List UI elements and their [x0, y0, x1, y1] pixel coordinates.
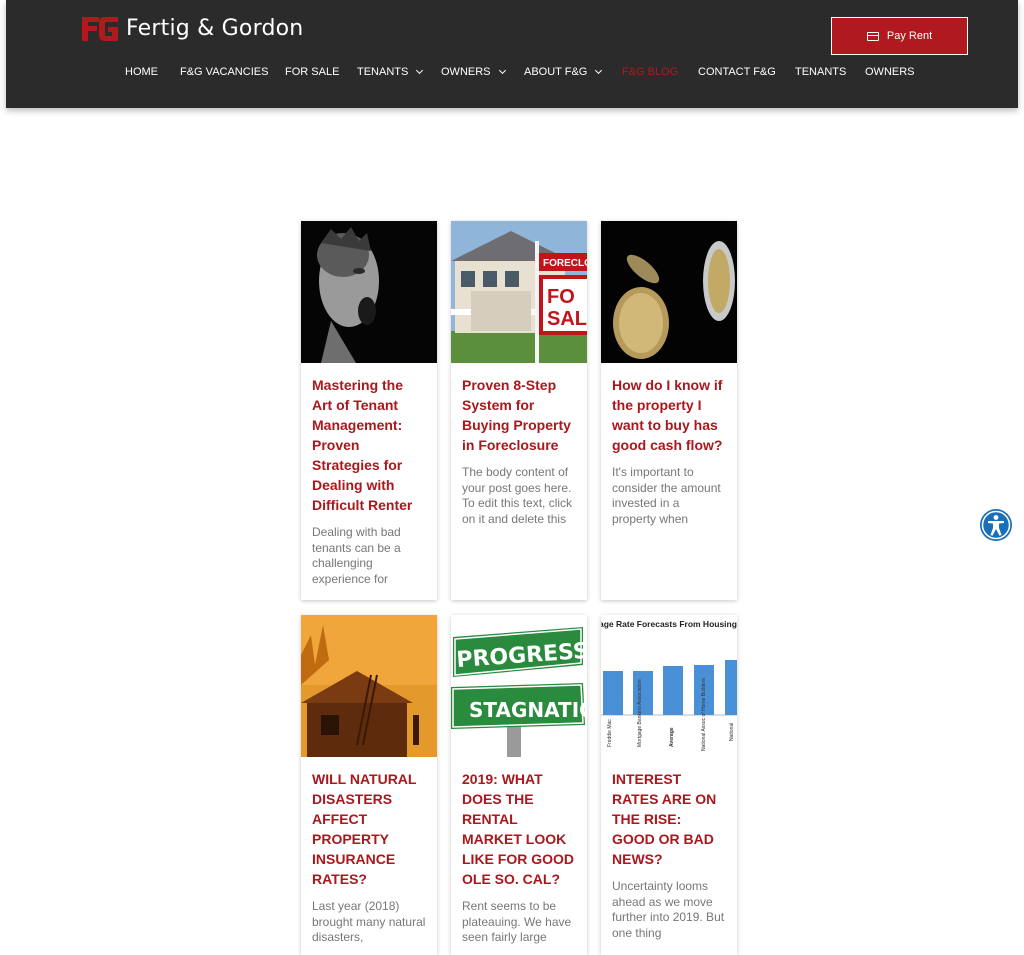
nav-for-sale[interactable]: FOR SALE — [285, 66, 339, 78]
blog-post-card[interactable]: Mastering the Art of Tenant Management: … — [301, 221, 437, 600]
credit-card-icon — [866, 31, 879, 41]
site-header: Fertig & Gordon Pay Rent HOME F&G VACANC… — [6, 0, 1018, 108]
nav-label: ABOUT F&G — [524, 66, 588, 78]
accessibility-icon — [981, 510, 1011, 540]
foreclosure-sign-big-text-2: SAL — [547, 308, 587, 330]
post-image-progress-stagnation-signs[interactable]: PROGRESS STAGNATION — [451, 615, 587, 757]
blog-post-card[interactable]: PROGRESS STAGNATION 2019: WHAT DOES THE … — [451, 615, 587, 955]
blog-post-card[interactable]: age Rate Forecasts From Housing Freddie … — [601, 615, 737, 955]
post-image-screaming-man[interactable] — [301, 221, 437, 363]
post-excerpt: Uncertainty looms ahead as we move furth… — [612, 879, 725, 941]
nav-label: TENANTS — [357, 66, 409, 78]
logo[interactable]: Fertig & Gordon — [82, 16, 303, 41]
post-title[interactable]: INTEREST RATES ARE ON THE RISE: GOOD OR … — [601, 757, 737, 869]
post-title[interactable]: WILL NATURAL DISASTERS AFFECT PROPERTY I… — [301, 757, 437, 889]
post-image-foreclosure-house[interactable]: FORECLO FO SAL — [451, 221, 587, 363]
chart-image-label: Average — [669, 727, 675, 747]
chart-image-label: National Assoc of Home Builders — [701, 678, 707, 751]
post-image-wildfire[interactable] — [301, 615, 437, 757]
pay-rent-label: Pay Rent — [886, 30, 933, 42]
chart-image-title: age Rate Forecasts From Housing — [601, 619, 737, 629]
chart-image-label: Mortgage Bankers Association — [637, 679, 643, 747]
nav-home[interactable]: HOME — [125, 66, 158, 78]
nav-about-dropdown[interactable]: ABOUT F&G — [524, 66, 603, 78]
post-title[interactable]: Proven 8-Step System for Buying Property… — [451, 363, 587, 455]
post-title[interactable]: 2019: WHAT DOES THE RENTAL MARKET LOOK L… — [451, 757, 587, 889]
nav-label: F&G VACANCIES — [180, 66, 269, 78]
foreclosure-sign-big-text: FO — [547, 286, 575, 308]
nav-owners[interactable]: OWNERS — [865, 66, 915, 78]
nav-fg-blog[interactable]: F&G BLOG — [622, 66, 678, 78]
post-excerpt: The body content of your post goes here.… — [462, 465, 573, 527]
nav-label: TENANTS — [795, 66, 847, 78]
nav-owners-dropdown[interactable]: OWNERS — [441, 66, 506, 78]
foreclosure-sign-top-text: FORECLO — [543, 258, 587, 269]
brand-name: Fertig & Gordon — [126, 16, 304, 41]
chevron-down-icon — [595, 66, 603, 75]
main-nav: HOME F&G VACANCIES FOR SALE TENANTS OWNE… — [6, 66, 1018, 84]
post-title[interactable]: How do I know if the property I want to … — [601, 363, 737, 455]
stagnation-sign-text: STAGNATION — [469, 698, 587, 722]
nav-fg-vacancies[interactable]: F&G VACANCIES — [180, 66, 268, 78]
post-excerpt: Last year (2018) brought many natural di… — [312, 899, 426, 945]
nav-label: HOME — [125, 66, 158, 78]
nav-label: OWNERS — [865, 66, 915, 78]
post-excerpt: Rent seems to be plateauing. We have see… — [462, 899, 572, 945]
blog-post-card[interactable]: How do I know if the property I want to … — [601, 221, 737, 600]
nav-tenants-dropdown[interactable]: TENANTS — [357, 66, 424, 78]
fg-logo-mark-icon — [82, 16, 118, 41]
nav-label: OWNERS — [441, 66, 491, 78]
post-excerpt: Dealing with bad tenants can be a challe… — [312, 525, 401, 587]
nav-label: FOR SALE — [285, 66, 340, 78]
chart-image-label: National — [729, 723, 735, 741]
blog-post-card[interactable]: FORECLO FO SAL Proven 8-Step System for … — [451, 221, 587, 600]
accessibility-button[interactable] — [980, 509, 1012, 541]
nav-contact[interactable]: CONTACT F&G — [698, 66, 776, 78]
nav-label: F&G BLOG — [622, 66, 679, 78]
post-title[interactable]: Mastering the Art of Tenant Management: … — [301, 363, 437, 515]
post-image-coins[interactable] — [601, 221, 737, 363]
chevron-down-icon — [416, 66, 424, 75]
chart-image-label: Freddie Mac — [607, 719, 613, 747]
nav-tenants[interactable]: TENANTS — [795, 66, 846, 78]
nav-label: CONTACT F&G — [698, 66, 776, 78]
chevron-down-icon — [498, 66, 506, 75]
pay-rent-button[interactable]: Pay Rent — [831, 17, 968, 55]
blog-post-card[interactable]: WILL NATURAL DISASTERS AFFECT PROPERTY I… — [301, 615, 437, 955]
post-image-rate-forecast-chart[interactable]: age Rate Forecasts From Housing Freddie … — [601, 615, 737, 757]
post-excerpt: It's important to consider the amount in… — [612, 465, 721, 527]
